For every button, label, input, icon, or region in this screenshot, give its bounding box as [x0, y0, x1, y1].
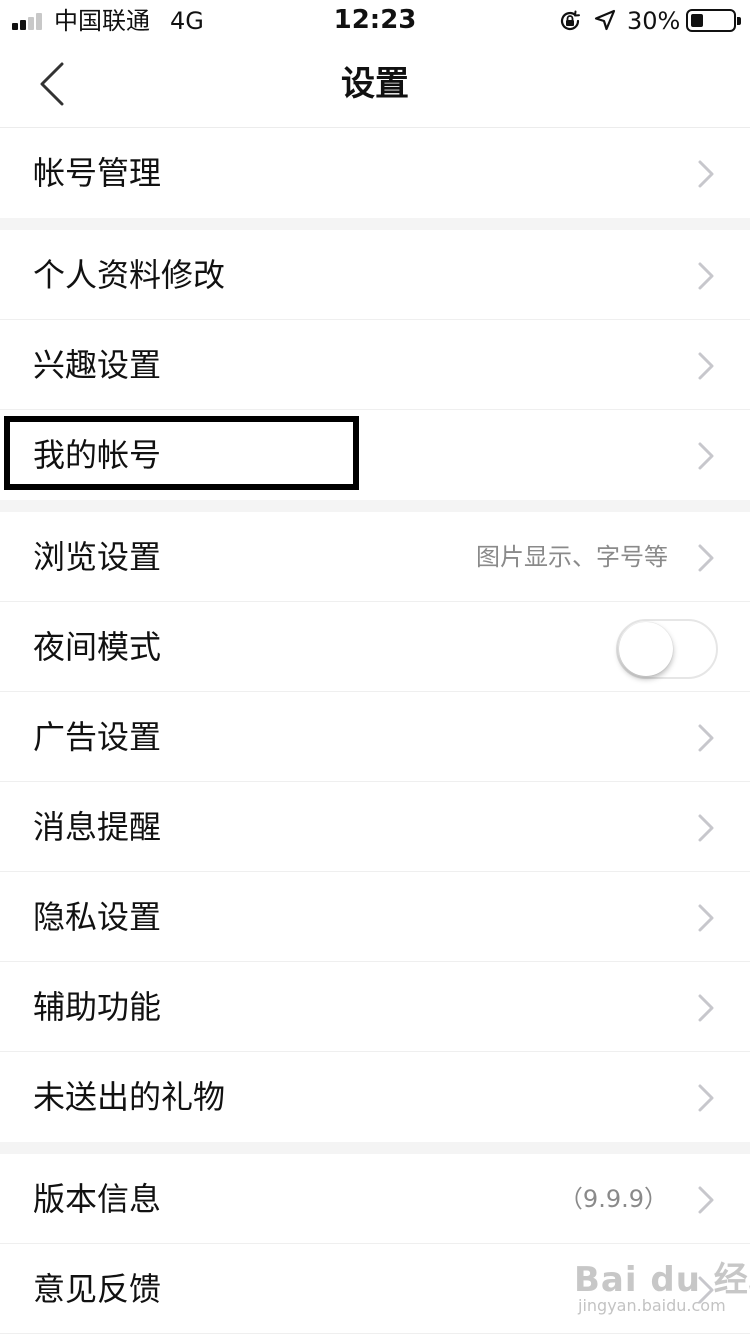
settings-item-feedback[interactable]: 意见反馈 — [0, 1244, 750, 1334]
settings-item-label: 浏览设置 — [33, 538, 162, 576]
network-type: 4G — [170, 7, 204, 35]
settings-item-version[interactable]: 版本信息 （9.9.9） — [0, 1154, 750, 1244]
battery-icon — [686, 9, 741, 32]
settings-list: 帐号管理 个人资料修改 兴趣设置 我的帐号 浏览设置 图片显示、字号等 夜间模式… — [0, 128, 750, 1334]
settings-item-profile-edit[interactable]: 个人资料修改 — [0, 230, 750, 320]
back-button[interactable] — [24, 56, 80, 112]
settings-item-account-management[interactable]: 帐号管理 — [0, 128, 750, 218]
settings-item-browse[interactable]: 浏览设置 图片显示、字号等 — [0, 512, 750, 602]
settings-item-label: 我的帐号 — [33, 436, 162, 474]
chevron-left-icon — [40, 62, 64, 106]
settings-item-label: 意见反馈 — [33, 1270, 162, 1308]
settings-item-label: 隐私设置 — [33, 898, 162, 936]
chevron-right-icon — [698, 262, 714, 290]
chevron-right-icon — [698, 442, 714, 470]
chevron-right-icon — [698, 1276, 714, 1304]
rotation-lock-icon — [560, 10, 580, 31]
section-separator — [0, 218, 750, 230]
settings-item-detail: 图片显示、字号等 — [476, 543, 668, 571]
toggle-knob — [619, 622, 673, 676]
version-number: （9.9.9） — [558, 1185, 668, 1213]
settings-item-label: 未送出的礼物 — [33, 1078, 226, 1116]
settings-item-my-account[interactable]: 我的帐号 — [0, 410, 750, 500]
battery-percent: 30% — [627, 7, 681, 35]
section-separator — [0, 1142, 750, 1154]
chevron-right-icon — [698, 1084, 714, 1112]
settings-item-notifications[interactable]: 消息提醒 — [0, 782, 750, 872]
chevron-right-icon — [698, 352, 714, 380]
settings-item-label: 兴趣设置 — [33, 346, 162, 384]
settings-item-label: 版本信息 — [33, 1180, 162, 1218]
chevron-right-icon — [698, 544, 714, 572]
chevron-right-icon — [698, 814, 714, 842]
settings-item-label: 广告设置 — [33, 718, 162, 756]
night-mode-toggle[interactable] — [616, 619, 718, 679]
settings-item-label: 消息提醒 — [33, 808, 162, 846]
chevron-right-icon — [698, 160, 714, 188]
battery-fill — [691, 14, 703, 27]
settings-item-unsent-gifts[interactable]: 未送出的礼物 — [0, 1052, 750, 1142]
chevron-right-icon — [698, 1186, 714, 1214]
settings-item-label: 个人资料修改 — [33, 256, 226, 294]
signal-strength-icon — [12, 12, 46, 30]
chevron-right-icon — [698, 994, 714, 1022]
settings-item-label: 辅助功能 — [33, 988, 162, 1026]
settings-item-privacy[interactable]: 隐私设置 — [0, 872, 750, 962]
status-bar: 中国联通 4G 12:23 30% — [0, 0, 750, 40]
settings-item-accessibility[interactable]: 辅助功能 — [0, 962, 750, 1052]
settings-item-label: 夜间模式 — [33, 628, 162, 666]
carrier-name: 中国联通 — [54, 7, 150, 35]
settings-item-interests[interactable]: 兴趣设置 — [0, 320, 750, 410]
chevron-right-icon — [698, 724, 714, 752]
section-separator — [0, 500, 750, 512]
location-arrow-icon — [594, 9, 616, 31]
settings-item-ads[interactable]: 广告设置 — [0, 692, 750, 782]
page-title: 设置 — [341, 64, 409, 104]
settings-item-night-mode: 夜间模式 — [0, 602, 750, 692]
navigation-bar: 设置 — [0, 40, 750, 128]
chevron-right-icon — [698, 904, 714, 932]
settings-item-label: 帐号管理 — [33, 154, 162, 192]
